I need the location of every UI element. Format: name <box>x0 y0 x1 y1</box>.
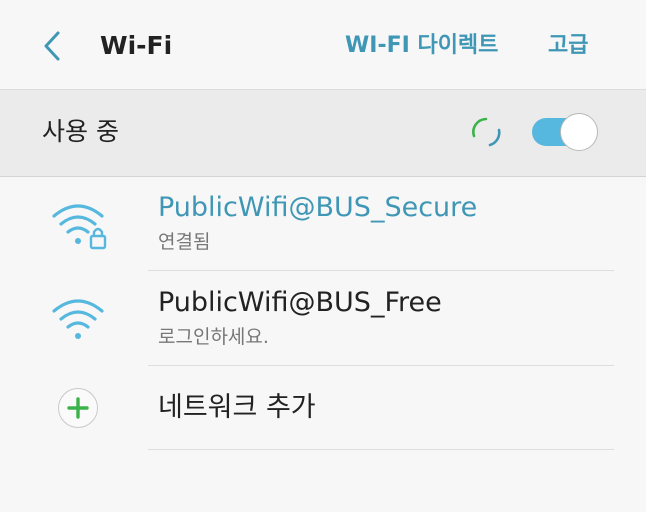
network-status: 연결됨 <box>158 231 211 253</box>
back-button[interactable] <box>32 24 72 68</box>
wifi-lock-icon <box>50 198 110 254</box>
add-network-label: 네트워크 추가 <box>158 392 316 423</box>
network-status: 로그인하세요. <box>158 326 269 348</box>
network-name: PublicWifi@BUS_Free <box>158 287 442 318</box>
network-item-secure[interactable]: PublicWifi@BUS_Secure 연결됨 <box>0 176 646 271</box>
wifi-icon <box>50 293 110 349</box>
chevron-left-icon <box>44 31 60 61</box>
toggle-knob <box>560 113 598 151</box>
app-header: Wi-Fi WI-FI 다이렉트 고급 <box>0 0 646 88</box>
divider <box>148 449 614 450</box>
wifi-master-switch-row[interactable]: 사용 중 <box>0 89 646 177</box>
wifi-toggle-switch[interactable] <box>530 112 600 152</box>
network-item-free[interactable]: PublicWifi@BUS_Free 로그인하세요. <box>0 271 646 366</box>
network-list: PublicWifi@BUS_Secure 연결됨 PublicWifi@BUS… <box>0 176 646 450</box>
wifi-direct-button[interactable]: WI-FI 다이렉트 <box>345 26 498 66</box>
plus-icon <box>58 388 98 428</box>
wifi-status-label: 사용 중 <box>42 117 119 146</box>
advanced-button[interactable]: 고급 <box>548 26 588 66</box>
page-title: Wi-Fi <box>100 31 173 60</box>
scanning-spinner-icon <box>472 117 501 147</box>
add-network-button[interactable]: 네트워크 추가 <box>0 366 646 450</box>
network-name: PublicWifi@BUS_Secure <box>158 192 478 223</box>
